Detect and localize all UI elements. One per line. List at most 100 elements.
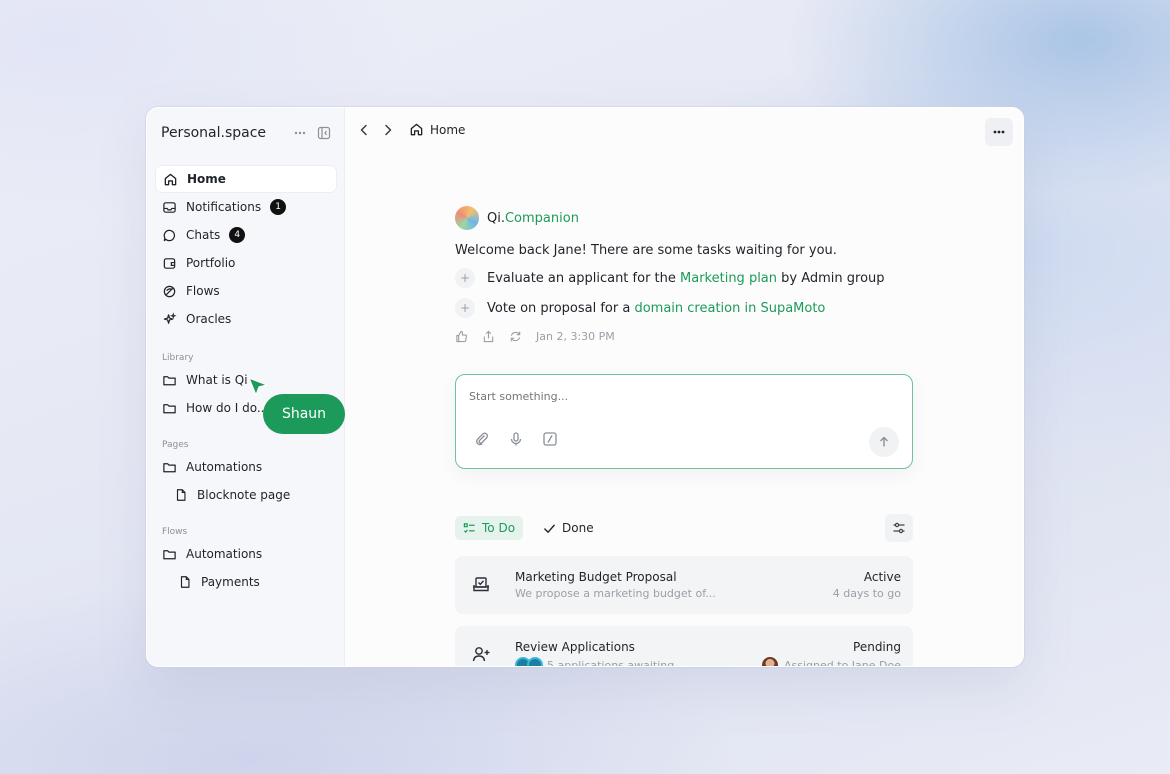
- composer-input[interactable]: [469, 390, 869, 403]
- share-icon[interactable]: [482, 330, 495, 343]
- domain-creation-link[interactable]: domain creation in SupaMoto: [634, 301, 825, 316]
- pages-section-label: Pages: [162, 440, 189, 450]
- checkmark-icon: [543, 522, 556, 535]
- flow-icon: [162, 284, 177, 299]
- refresh-icon[interactable]: [509, 330, 522, 343]
- flows-folder-automations[interactable]: Automations: [162, 542, 262, 566]
- send-button[interactable]: [869, 427, 899, 457]
- app-window: Personal.space Home Notifications 1 Chat…: [146, 107, 1024, 667]
- applicant-avatar: [527, 657, 543, 666]
- paperclip-icon[interactable]: [474, 431, 490, 447]
- breadcrumb[interactable]: Home: [409, 122, 465, 137]
- library-section-label: Library: [162, 353, 194, 363]
- marketing-plan-link[interactable]: Marketing plan: [680, 271, 777, 286]
- task-status: Active: [863, 570, 901, 584]
- nav-label-portfolio: Portfolio: [186, 256, 236, 270]
- sidebar: Personal.space Home Notifications 1 Chat…: [147, 108, 345, 666]
- thumbs-up-icon[interactable]: [455, 330, 468, 343]
- companion-message: Qi.Companion Welcome back Jane! There ar…: [455, 206, 915, 343]
- folder-icon: [162, 401, 177, 416]
- microphone-icon[interactable]: [508, 431, 524, 447]
- nav-label-chats: Chats: [186, 228, 221, 242]
- breadcrumb-label: Home: [430, 122, 466, 137]
- chat-bubble-icon: [162, 228, 177, 243]
- add-user-icon: [471, 644, 491, 664]
- forward-arrow-icon[interactable]: [381, 123, 395, 137]
- flow-label: Payments: [201, 575, 260, 589]
- sliders-icon: [892, 521, 906, 535]
- arrow-up-icon: [878, 436, 890, 448]
- folder-label: Automations: [186, 460, 263, 474]
- notifications-badge: 1: [270, 199, 287, 215]
- companion-header: Qi.Companion: [455, 206, 915, 230]
- workspace-title[interactable]: Personal.space: [161, 125, 293, 141]
- nav-label-notifications: Notifications: [186, 200, 262, 214]
- chats-badge: 4: [229, 227, 246, 243]
- sidebar-header: Personal.space: [161, 122, 331, 144]
- library-item-label: What is Qi: [186, 373, 248, 387]
- page-options-button[interactable]: [985, 118, 1013, 146]
- tab-done[interactable]: Done: [535, 516, 602, 540]
- plus-icon[interactable]: +: [455, 298, 475, 318]
- home-icon: [409, 122, 424, 137]
- composer: [455, 374, 913, 469]
- document-icon: [174, 488, 188, 502]
- task-subtitle: 5 applications awaiting...: [515, 657, 685, 666]
- tab-done-label: Done: [562, 521, 594, 535]
- message-timestamp: Jan 2, 3:30 PM: [536, 330, 615, 343]
- task-title: Review Applications: [515, 640, 635, 654]
- task-subtitle: We propose a marketing budget of...: [515, 587, 716, 600]
- tab-todo-label: To Do: [482, 521, 516, 535]
- topbar: Home: [345, 108, 1023, 156]
- slash-command-icon[interactable]: [542, 431, 558, 447]
- folder-icon: [162, 373, 177, 388]
- suggested-task-text: Vote on proposal for a domain creation i…: [487, 300, 826, 316]
- wallet-icon: [162, 256, 177, 271]
- checklist-icon: [463, 522, 476, 535]
- inbox-icon: [162, 200, 177, 215]
- companion-name: Qi.Companion: [487, 210, 579, 226]
- nav-item-home[interactable]: Home: [155, 165, 337, 193]
- task-card[interactable]: Marketing Budget Proposal We propose a m…: [455, 556, 913, 614]
- suggested-task-text: Evaluate an applicant for the Marketing …: [487, 270, 885, 286]
- main-content: Home Qi.Companion Welcome back Jane! The…: [345, 108, 1023, 666]
- nav-item-notifications[interactable]: Notifications 1: [155, 193, 337, 221]
- folder-icon: [162, 460, 177, 475]
- nav-label-oracles: Oracles: [186, 312, 232, 326]
- main-nav: Home Notifications 1 Chats 4 Portfolio F…: [155, 165, 337, 333]
- task-meta: 4 days to go: [832, 587, 901, 600]
- page-item-blocknote[interactable]: Blocknote page: [174, 483, 290, 507]
- sparkles-icon: [162, 311, 177, 327]
- task-meta: Assigned to Jane Doe: [762, 657, 901, 666]
- tab-todo[interactable]: To Do: [455, 516, 524, 540]
- plus-icon[interactable]: +: [455, 268, 475, 288]
- page-label: Blocknote page: [197, 488, 291, 502]
- library-item-label: How do I do...: [186, 401, 269, 415]
- assignee-avatar: [762, 657, 779, 666]
- message-actions: Jan 2, 3:30 PM: [455, 330, 915, 343]
- nav-item-oracles[interactable]: Oracles: [155, 305, 337, 333]
- task-title: Marketing Budget Proposal: [515, 570, 677, 584]
- folder-label: Automations: [186, 547, 263, 561]
- more-horizontal-icon[interactable]: [293, 126, 307, 140]
- filter-button[interactable]: [885, 514, 913, 542]
- suggested-task-1: + Evaluate an applicant for the Marketin…: [455, 268, 915, 288]
- task-tabs: To Do Done: [455, 514, 913, 542]
- collaborator-cursor-icon: [247, 376, 269, 402]
- flows-section-label: Flows: [162, 527, 188, 537]
- nav-item-portfolio[interactable]: Portfolio: [155, 249, 337, 277]
- nav-label-home: Home: [187, 172, 226, 186]
- document-icon: [178, 575, 192, 589]
- pages-folder-automations[interactable]: Automations: [162, 455, 262, 479]
- task-card[interactable]: Review Applications 5 applications await…: [455, 626, 913, 666]
- flow-item-payments[interactable]: Payments: [178, 570, 260, 594]
- library-item-what-is-qi[interactable]: What is Qi: [162, 368, 248, 392]
- suggested-task-2: + Vote on proposal for a domain creation…: [455, 298, 915, 318]
- collapse-sidebar-icon[interactable]: [317, 126, 331, 140]
- nav-item-chats[interactable]: Chats 4: [155, 221, 337, 249]
- task-status: Pending: [853, 640, 901, 654]
- back-arrow-icon[interactable]: [357, 123, 371, 137]
- home-icon: [163, 172, 178, 187]
- nav-item-flows[interactable]: Flows: [155, 277, 337, 305]
- nav-label-flows: Flows: [186, 284, 220, 298]
